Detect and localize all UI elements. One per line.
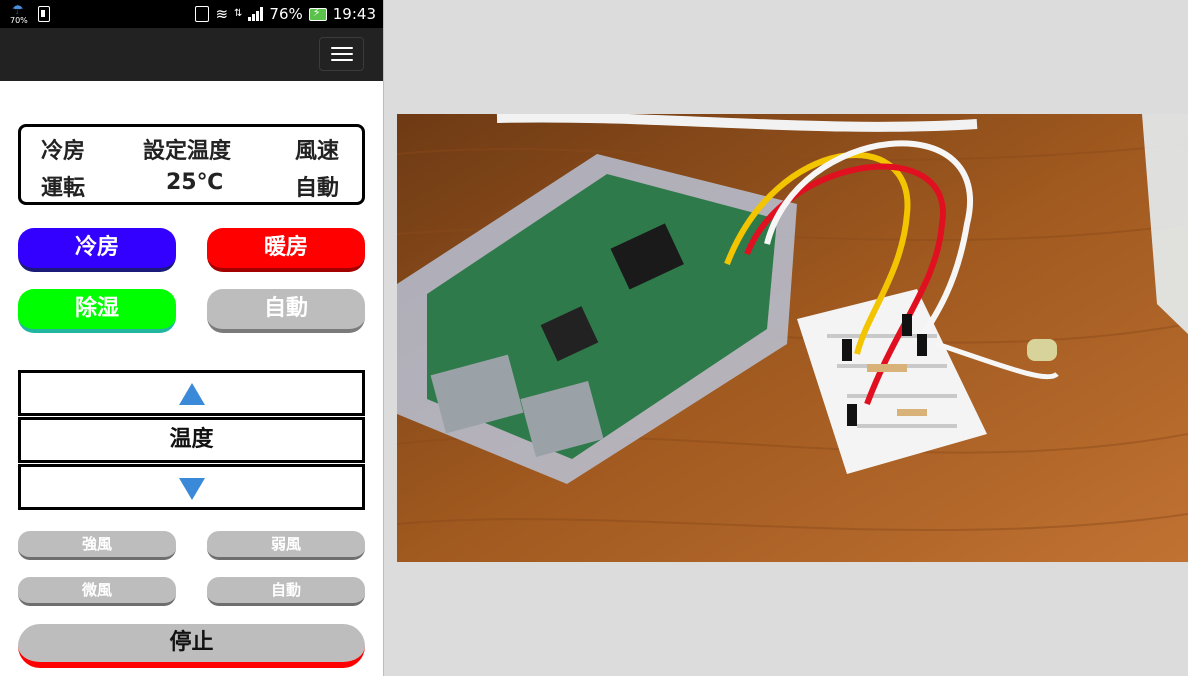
temperature-up-button[interactable] — [18, 370, 365, 416]
fan-weak-button[interactable]: 弱風 — [207, 531, 365, 560]
screen: ☂ 70% ≋ ⇅ 76% 19:43 冷 — [0, 0, 1188, 676]
mode-value: 運転 — [41, 176, 86, 201]
setpoint-label: 設定温度 — [143, 139, 232, 164]
battery-percent: 76% — [269, 5, 303, 23]
app-navbar — [0, 28, 383, 81]
wifi-icon: ≋ — [215, 5, 229, 23]
ac-status-panel: 冷房 設定温度 風速 運転 25℃ 自動 — [18, 124, 365, 205]
phone-app: ☂ 70% ≋ ⇅ 76% 19:43 冷 — [0, 0, 384, 676]
weather-umbrella-icon: ☂ 70% — [10, 3, 28, 26]
heat-button[interactable]: 暖房 — [207, 228, 365, 272]
cool-button[interactable]: 冷房 — [18, 228, 176, 272]
dehumidify-button[interactable]: 除湿 — [18, 289, 176, 333]
fan-gentle-button[interactable]: 微風 — [18, 577, 176, 606]
signal-strength-icon — [248, 7, 264, 21]
raspberry-pi-photo — [397, 114, 1188, 562]
android-status-bar: ☂ 70% ≋ ⇅ 76% 19:43 — [0, 0, 383, 28]
sim-card-icon — [38, 6, 50, 22]
data-arrows-icon: ⇅ — [234, 8, 243, 19]
temperature-down-button[interactable] — [18, 464, 365, 510]
fan-strong-button[interactable]: 強風 — [18, 531, 176, 560]
clock-time: 19:43 — [332, 5, 376, 23]
weather-percent: 70% — [10, 16, 28, 25]
setpoint-value: 25℃ — [166, 170, 224, 195]
fan-speed-label: 風速 — [295, 139, 340, 164]
battery-charging-icon — [308, 6, 327, 21]
vibrate-icon — [195, 6, 210, 22]
status-right: ≋ ⇅ 76% 19:43 — [195, 5, 376, 23]
triangle-down-icon — [178, 478, 205, 500]
hamburger-menu-icon[interactable] — [319, 37, 364, 71]
status-left: ☂ 70% — [10, 3, 50, 26]
triangle-up-icon — [178, 383, 205, 405]
fan-speed-value: 自動 — [295, 176, 340, 201]
fan-auto-button[interactable]: 自動 — [207, 577, 365, 606]
temperature-label-box: 温度 — [18, 417, 365, 463]
mode-label: 冷房 — [41, 139, 86, 164]
auto-mode-button[interactable]: 自動 — [207, 289, 365, 333]
stop-button[interactable]: 停止 — [18, 624, 365, 668]
raspberry-pi-illustration — [397, 114, 1188, 562]
temperature-label: 温度 — [169, 427, 214, 452]
